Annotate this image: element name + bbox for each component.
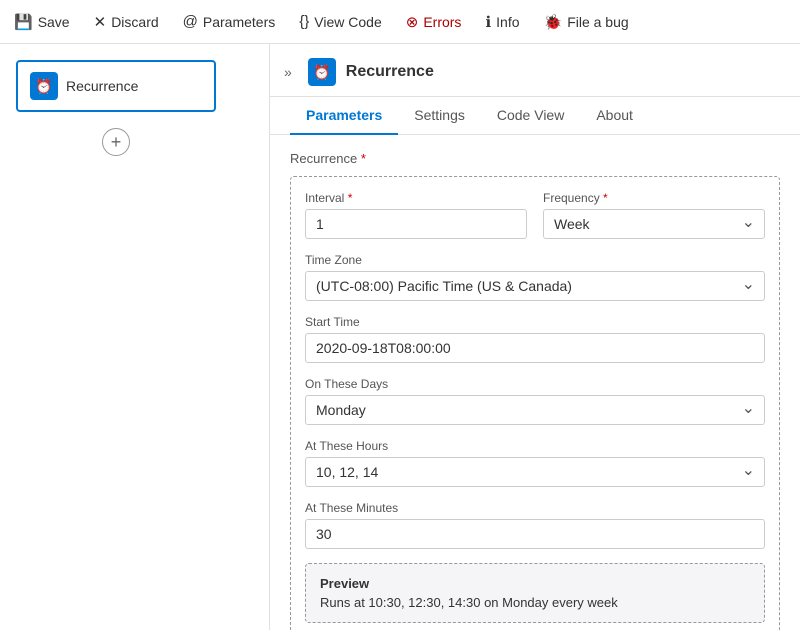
- preview-title: Preview: [320, 576, 750, 591]
- at-these-hours-select[interactable]: 10, 12, 14: [305, 457, 765, 487]
- rp-title: Recurrence: [346, 63, 434, 81]
- start-time-group: Start Time: [305, 315, 765, 363]
- rp-header: » ⏰ Recurrence: [270, 44, 800, 97]
- bug-icon: 🐞: [544, 13, 563, 31]
- right-panel: » ⏰ Recurrence Parameters Settings Code …: [270, 44, 800, 630]
- start-time-input[interactable]: [305, 333, 765, 363]
- preview-text: Runs at 10:30, 12:30, 14:30 on Monday ev…: [320, 595, 750, 610]
- tabs: Parameters Settings Code View About: [270, 97, 800, 135]
- frequency-select-wrapper: Week Day Hour Minute Month: [543, 209, 765, 239]
- on-these-days-group: On These Days Monday Tuesday Wednesday T…: [305, 377, 765, 425]
- rp-content: Recurrence Interval Frequency Week D: [270, 135, 800, 630]
- file-bug-button[interactable]: 🐞 File a bug: [542, 9, 631, 35]
- at-these-minutes-label: At These Minutes: [305, 501, 765, 515]
- frequency-label: Frequency: [543, 191, 765, 205]
- frequency-col: Frequency Week Day Hour Minute Month: [543, 191, 765, 239]
- view-code-button[interactable]: {} View Code: [297, 9, 383, 34]
- timezone-label: Time Zone: [305, 253, 765, 267]
- node-label: Recurrence: [66, 78, 138, 94]
- rp-title-icon: ⏰: [308, 58, 336, 86]
- at-these-hours-select-wrapper: 10, 12, 14: [305, 457, 765, 487]
- start-time-label: Start Time: [305, 315, 765, 329]
- left-panel: ⏰ Recurrence +: [0, 44, 270, 630]
- recurrence-form-box: Interval Frequency Week Day Hour Minute …: [290, 176, 780, 630]
- at-these-minutes-input[interactable]: [305, 519, 765, 549]
- discard-icon: ✕: [94, 13, 107, 31]
- collapse-button[interactable]: »: [278, 62, 298, 82]
- interval-label: Interval: [305, 191, 527, 205]
- on-these-days-label: On These Days: [305, 377, 765, 391]
- main-layout: ⏰ Recurrence + » ⏰ Recurrence Parameters…: [0, 44, 800, 630]
- at-these-hours-group: At These Hours 10, 12, 14: [305, 439, 765, 487]
- discard-button[interactable]: ✕ Discard: [92, 9, 161, 35]
- tab-parameters[interactable]: Parameters: [290, 97, 398, 135]
- at-these-hours-label: At These Hours: [305, 439, 765, 453]
- code-icon: {}: [299, 13, 309, 30]
- toolbar: 💾 Save ✕ Discard @ Parameters {} View Co…: [0, 0, 800, 44]
- save-button[interactable]: 💾 Save: [12, 9, 72, 35]
- add-step-button[interactable]: +: [102, 128, 130, 156]
- preview-box: Preview Runs at 10:30, 12:30, 14:30 on M…: [305, 563, 765, 623]
- recurrence-node[interactable]: ⏰ Recurrence: [16, 60, 216, 112]
- node-icon: ⏰: [30, 72, 58, 100]
- errors-button[interactable]: ⊗ Errors: [404, 9, 464, 35]
- interval-col: Interval: [305, 191, 527, 239]
- tab-about[interactable]: About: [580, 97, 649, 135]
- parameters-icon: @: [183, 13, 198, 30]
- interval-input[interactable]: [305, 209, 527, 239]
- recurrence-section-label: Recurrence: [290, 151, 780, 166]
- at-these-minutes-group: At These Minutes: [305, 501, 765, 549]
- info-button[interactable]: ℹ Info: [483, 9, 521, 35]
- timezone-group: Time Zone (UTC-08:00) Pacific Time (US &…: [305, 253, 765, 301]
- info-icon: ℹ: [485, 13, 491, 31]
- save-icon: 💾: [14, 13, 33, 31]
- frequency-select[interactable]: Week Day Hour Minute Month: [543, 209, 765, 239]
- errors-icon: ⊗: [406, 13, 419, 31]
- timezone-select-wrapper: (UTC-08:00) Pacific Time (US & Canada) (…: [305, 271, 765, 301]
- interval-frequency-row: Interval Frequency Week Day Hour Minute …: [305, 191, 765, 239]
- parameters-button[interactable]: @ Parameters: [181, 9, 278, 34]
- timezone-select[interactable]: (UTC-08:00) Pacific Time (US & Canada) (…: [305, 271, 765, 301]
- on-these-days-select-wrapper: Monday Tuesday Wednesday Thursday Friday…: [305, 395, 765, 425]
- on-these-days-select[interactable]: Monday Tuesday Wednesday Thursday Friday…: [305, 395, 765, 425]
- tab-settings[interactable]: Settings: [398, 97, 481, 135]
- tab-codeview[interactable]: Code View: [481, 97, 580, 135]
